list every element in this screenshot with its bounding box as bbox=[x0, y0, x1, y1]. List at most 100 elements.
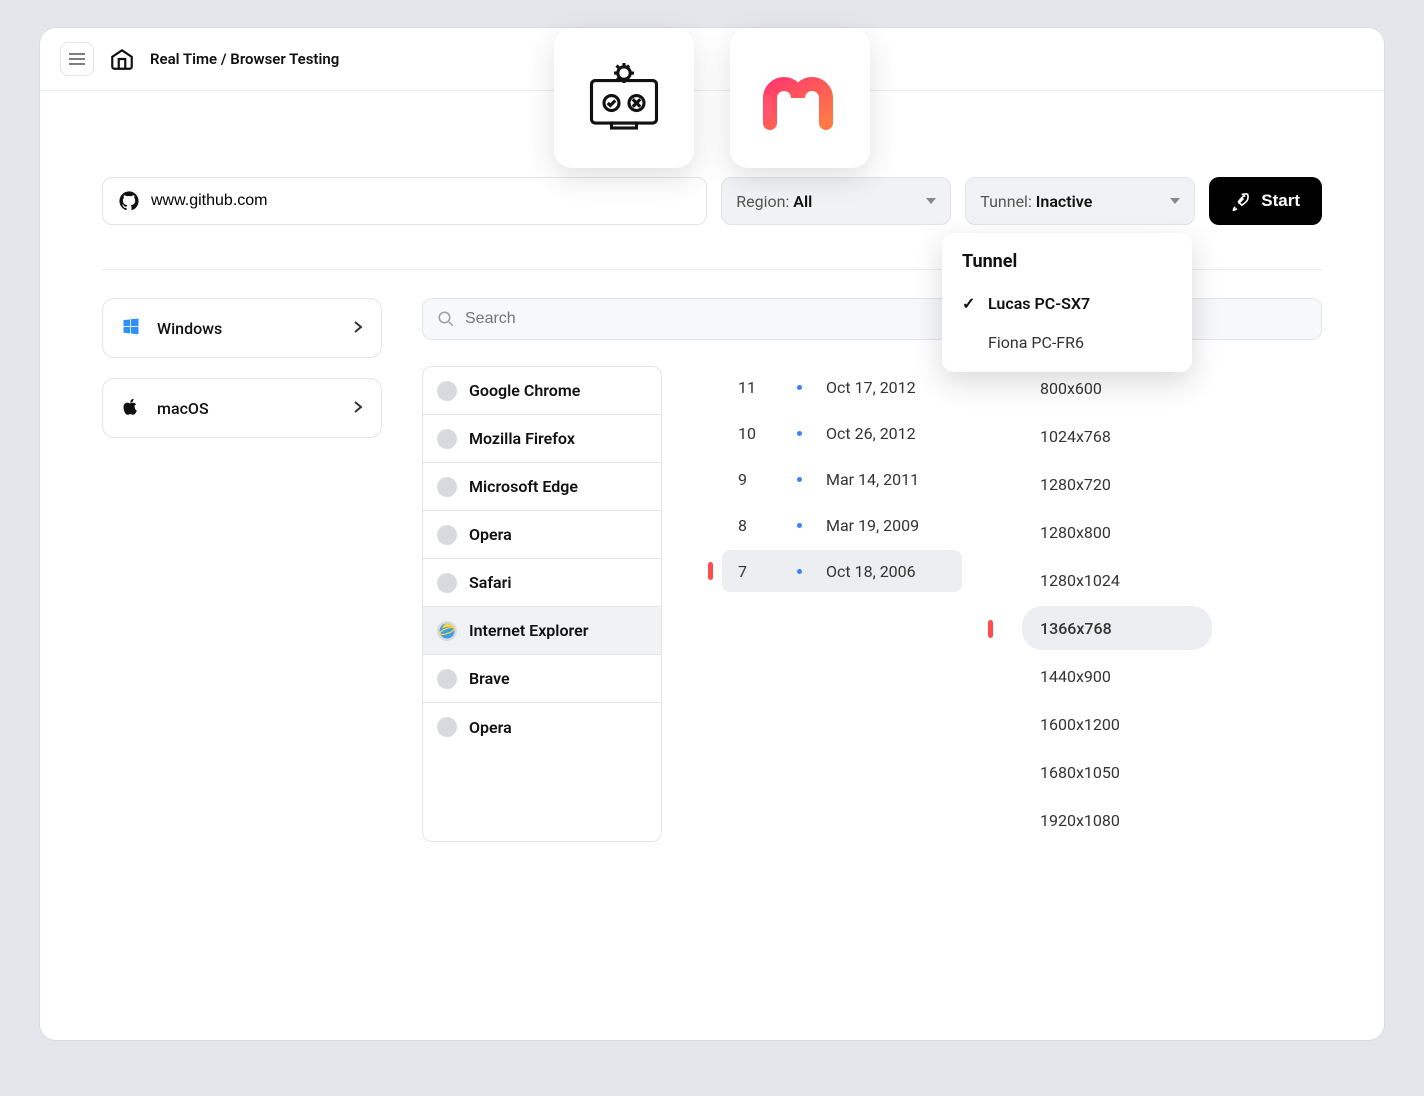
os-item-windows[interactable]: Windows bbox=[102, 298, 382, 358]
tunnel-option-label: Lucas PC-SX7 bbox=[988, 294, 1090, 313]
browser-label: Brave bbox=[469, 669, 510, 688]
browser-item[interactable]: Safari bbox=[423, 559, 661, 607]
version-number: 9 bbox=[738, 470, 762, 489]
resolution-label: 800x600 bbox=[1040, 379, 1102, 398]
resolution-label: 1280x1024 bbox=[1040, 571, 1120, 590]
version-number: 8 bbox=[738, 516, 762, 535]
browser-label: Mozilla Firefox bbox=[469, 429, 575, 448]
url-input[interactable] bbox=[151, 192, 690, 210]
browser-icon bbox=[437, 717, 457, 737]
browser-item[interactable]: Opera bbox=[423, 703, 661, 751]
browser-item[interactable]: Internet Explorer bbox=[423, 607, 661, 655]
resolution-label: 1366x768 bbox=[1040, 619, 1112, 638]
windows-icon bbox=[121, 316, 141, 340]
version-date: Mar 19, 2009 bbox=[826, 516, 946, 535]
resolution-row[interactable]: 800x600 bbox=[1022, 366, 1212, 410]
resolution-row[interactable]: 1280x720 bbox=[1022, 462, 1212, 506]
version-date: Oct 26, 2012 bbox=[826, 424, 946, 443]
version-number: 11 bbox=[738, 378, 762, 397]
breadcrumb: Real Time / Browser Testing bbox=[150, 50, 339, 68]
os-label: Windows bbox=[157, 319, 222, 338]
tunnel-select[interactable]: Tunnel: Inactive bbox=[965, 177, 1195, 225]
dot-icon bbox=[797, 477, 802, 482]
region-select[interactable]: Region: All bbox=[721, 177, 951, 225]
tunnel-option[interactable]: Fiona PC-FR6 bbox=[942, 323, 1192, 362]
browser-label: Microsoft Edge bbox=[469, 477, 578, 496]
browser-icon bbox=[437, 573, 457, 593]
rocket-icon bbox=[1231, 191, 1251, 211]
browser-item[interactable]: Opera bbox=[423, 511, 661, 559]
resolution-row[interactable]: 1024x768 bbox=[1022, 414, 1212, 458]
start-button-label: Start bbox=[1261, 191, 1300, 211]
browser-item[interactable]: Mozilla Firefox bbox=[423, 415, 661, 463]
tunnel-dropdown-title: Tunnel bbox=[942, 251, 1192, 284]
resolution-row[interactable]: 1280x1024 bbox=[1022, 558, 1212, 602]
browser-item[interactable]: Google Chrome bbox=[423, 367, 661, 415]
resolution-label: 1600x1200 bbox=[1040, 715, 1120, 734]
version-row[interactable]: 11 Oct 17, 2012 bbox=[722, 366, 962, 408]
browser-item[interactable]: Brave bbox=[423, 655, 661, 703]
resolution-label: 1280x720 bbox=[1040, 475, 1111, 494]
version-date: Oct 18, 2006 bbox=[826, 562, 946, 581]
tunnel-option[interactable]: ✓Lucas PC-SX7 bbox=[942, 284, 1192, 323]
card-testing-icon bbox=[554, 28, 694, 168]
floating-cards bbox=[554, 28, 870, 168]
resolution-label: 1280x800 bbox=[1040, 523, 1111, 542]
browser-item[interactable]: Microsoft Edge bbox=[423, 463, 661, 511]
dot-icon bbox=[797, 569, 802, 574]
tunnel-option-label: Fiona PC-FR6 bbox=[988, 333, 1084, 352]
region-value: All bbox=[793, 192, 812, 211]
start-button[interactable]: Start bbox=[1209, 177, 1322, 225]
os-label: macOS bbox=[157, 399, 209, 418]
browser-label: Opera bbox=[469, 525, 512, 544]
version-row[interactable]: 8 Mar 19, 2009 bbox=[722, 504, 962, 546]
browser-icon bbox=[437, 429, 457, 449]
resolution-label: 1440x900 bbox=[1040, 667, 1111, 686]
dot-icon bbox=[797, 431, 802, 436]
resolution-row[interactable]: 1680x1050 bbox=[1022, 750, 1212, 794]
resolution-row[interactable]: 1280x800 bbox=[1022, 510, 1212, 554]
resolution-label: 1680x1050 bbox=[1040, 763, 1120, 782]
version-row[interactable]: 9 Mar 14, 2011 bbox=[722, 458, 962, 500]
app-logo bbox=[108, 45, 136, 73]
browser-label: Internet Explorer bbox=[469, 621, 588, 640]
version-row[interactable]: 7 Oct 18, 2006 bbox=[722, 550, 962, 592]
chevron-down-icon bbox=[1170, 198, 1180, 204]
resolution-row[interactable]: 1440x900 bbox=[1022, 654, 1212, 698]
github-icon bbox=[119, 191, 139, 211]
tunnel-value: Inactive bbox=[1036, 192, 1093, 211]
browser-icon bbox=[437, 669, 457, 689]
region-label: Region: bbox=[736, 192, 793, 211]
version-row[interactable]: 10 Oct 26, 2012 bbox=[722, 412, 962, 454]
browser-icon bbox=[437, 381, 457, 401]
apple-icon bbox=[121, 396, 141, 420]
card-brand-icon bbox=[730, 28, 870, 168]
tunnel-dropdown: Tunnel ✓Lucas PC-SX7 Fiona PC-FR6 bbox=[942, 233, 1192, 372]
version-number: 7 bbox=[738, 562, 762, 581]
browser-icon bbox=[437, 477, 457, 497]
version-date: Oct 17, 2012 bbox=[826, 378, 946, 397]
browser-label: Safari bbox=[469, 573, 512, 592]
version-number: 10 bbox=[738, 424, 762, 443]
chevron-right-icon bbox=[353, 399, 363, 418]
browser-icon bbox=[437, 621, 457, 641]
browser-icon bbox=[437, 525, 457, 545]
os-item-apple[interactable]: macOS bbox=[102, 378, 382, 438]
menu-button[interactable] bbox=[60, 42, 94, 76]
search-icon bbox=[437, 310, 455, 328]
chevron-down-icon bbox=[926, 198, 936, 204]
browser-label: Google Chrome bbox=[469, 381, 580, 400]
dot-icon bbox=[797, 385, 802, 390]
resolution-row[interactable]: 1366x768 bbox=[1022, 606, 1212, 650]
resolution-label: 1024x768 bbox=[1040, 427, 1111, 446]
tunnel-label: Tunnel: bbox=[980, 192, 1036, 211]
browser-label: Opera bbox=[469, 718, 512, 737]
resolution-row[interactable]: 1600x1200 bbox=[1022, 702, 1212, 746]
dot-icon bbox=[797, 523, 802, 528]
version-date: Mar 14, 2011 bbox=[826, 470, 946, 489]
url-input-field[interactable] bbox=[102, 177, 707, 225]
resolution-row[interactable]: 1920x1080 bbox=[1022, 798, 1212, 842]
chevron-right-icon bbox=[353, 319, 363, 338]
resolution-label: 1920x1080 bbox=[1040, 811, 1120, 830]
hamburger-icon bbox=[69, 53, 85, 65]
